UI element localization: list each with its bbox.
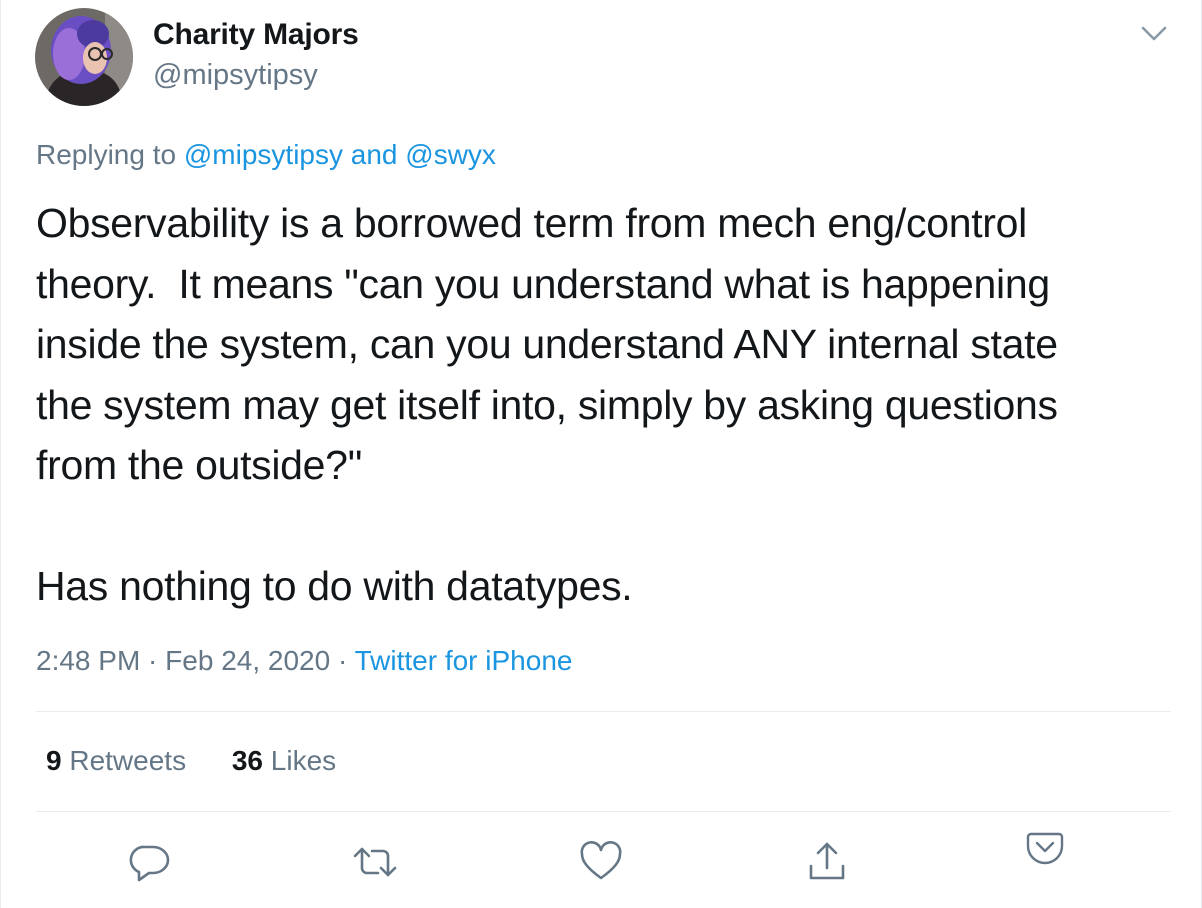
replying-to: Replying to @mipsytipsy and @swyx — [36, 139, 496, 171]
tweet-date[interactable]: Feb 24, 2020 — [165, 645, 330, 676]
likes-stat[interactable]: 36 Likes — [232, 745, 336, 776]
divider — [36, 811, 1171, 812]
share-icon[interactable] — [803, 838, 851, 886]
retweets-label: Retweets — [61, 745, 187, 776]
tweet-source-link[interactable]: Twitter for iPhone — [355, 645, 573, 676]
divider — [36, 711, 1171, 712]
tweet-card: Charity Majors @mipsytipsy Replying to @… — [0, 0, 1202, 908]
meta-separator: · — [140, 645, 166, 676]
tweet-stats: 9 Retweets 36 Likes — [46, 745, 374, 777]
mention-link[interactable]: @mipsytipsy — [184, 139, 343, 170]
retweets-stat[interactable]: 9 Retweets — [46, 745, 186, 776]
profile-photo — [35, 8, 133, 106]
replying-conjunction: and — [343, 139, 406, 170]
reply-icon[interactable] — [125, 838, 173, 886]
avatar[interactable] — [35, 8, 133, 106]
meta-separator: · — [330, 645, 355, 676]
pocket-icon[interactable] — [1025, 830, 1073, 878]
mention-link[interactable]: @swyx — [405, 139, 496, 170]
likes-count: 36 — [231, 745, 264, 776]
retweet-icon[interactable] — [351, 838, 399, 886]
author-handle[interactable]: @mipsytipsy — [153, 59, 318, 92]
replying-prefix: Replying to — [36, 139, 184, 170]
tweet-text: Observability is a borrowed term from me… — [36, 200, 1058, 609]
chevron-down-icon[interactable] — [1139, 20, 1169, 46]
like-icon[interactable] — [577, 838, 625, 886]
retweets-count: 9 — [46, 745, 62, 776]
author-name[interactable]: Charity Majors — [153, 18, 359, 52]
likes-label: Likes — [263, 745, 337, 776]
tweet-time[interactable]: 2:48 PM — [36, 645, 140, 676]
tweet-meta: 2:48 PM · Feb 24, 2020 · Twitter for iPh… — [36, 645, 572, 677]
